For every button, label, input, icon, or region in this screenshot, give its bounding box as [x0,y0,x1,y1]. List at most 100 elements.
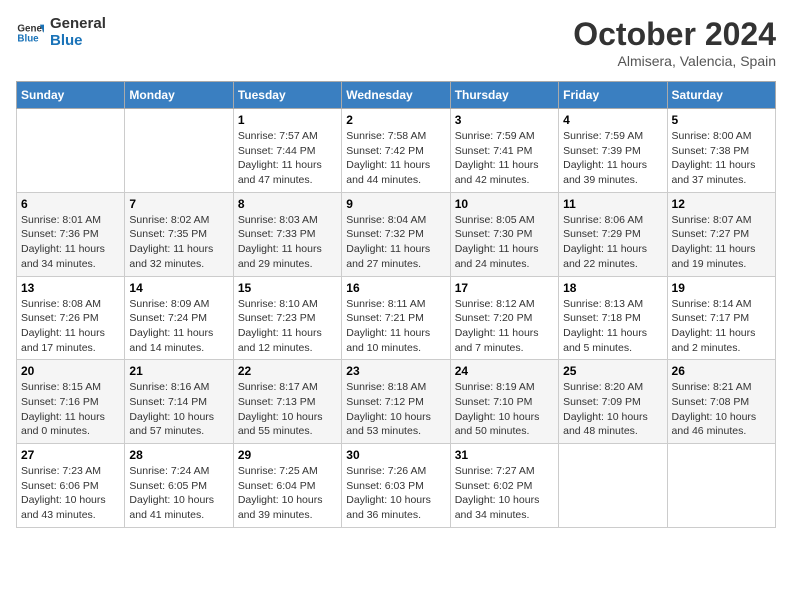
day-info: Sunrise: 8:03 AM Sunset: 7:33 PM Dayligh… [238,213,337,272]
day-info: Sunrise: 8:01 AM Sunset: 7:36 PM Dayligh… [21,213,120,272]
day-number: 7 [129,197,228,211]
day-info: Sunrise: 7:59 AM Sunset: 7:39 PM Dayligh… [563,129,662,188]
calendar-cell [667,444,775,528]
calendar-week-row: 1 Sunrise: 7:57 AM Sunset: 7:44 PM Daylig… [17,109,776,193]
day-number: 23 [346,364,445,378]
calendar-cell: 18Sunrise: 8:13 AM Sunset: 7:18 PM Dayli… [559,276,667,360]
calendar-week-row: 13Sunrise: 8:08 AM Sunset: 7:26 PM Dayli… [17,276,776,360]
calendar-week-row: 27 Sunrise: 7:23 AM Sunset: 6:06 PM Dayli… [17,444,776,528]
day-number: 12 [672,197,771,211]
day-number: 2 [346,113,445,127]
day-info: Sunrise: 8:16 AM Sunset: 7:14 PM Dayligh… [129,380,228,439]
day-info: Sunrise: 7:23 AM Sunset: 6:06 PM Dayligh… [21,464,120,523]
calendar-cell: 13Sunrise: 8:08 AM Sunset: 7:26 PM Dayli… [17,276,125,360]
day-number: 10 [455,197,554,211]
calendar-cell: 25Sunrise: 8:20 AM Sunset: 7:09 PM Dayli… [559,360,667,444]
day-number: 5 [672,113,771,127]
header-saturday: Saturday [667,82,775,109]
calendar-cell: 2 Sunrise: 7:58 AM Sunset: 7:42 PM Daylig… [342,109,450,193]
day-number: 27 [21,448,120,462]
day-number: 1 [238,113,337,127]
day-number: 15 [238,281,337,295]
calendar-cell: 1 Sunrise: 7:57 AM Sunset: 7:44 PM Daylig… [233,109,341,193]
day-number: 28 [129,448,228,462]
header-tuesday: Tuesday [233,82,341,109]
calendar-week-row: 20Sunrise: 8:15 AM Sunset: 7:16 PM Dayli… [17,360,776,444]
day-number: 26 [672,364,771,378]
header-sunday: Sunday [17,82,125,109]
day-info: Sunrise: 8:09 AM Sunset: 7:24 PM Dayligh… [129,297,228,356]
day-number: 31 [455,448,554,462]
day-info: Sunrise: 7:57 AM Sunset: 7:44 PM Dayligh… [238,129,337,188]
calendar-cell: 27 Sunrise: 7:23 AM Sunset: 6:06 PM Dayli… [17,444,125,528]
day-number: 11 [563,197,662,211]
day-number: 29 [238,448,337,462]
calendar-cell: 19Sunrise: 8:14 AM Sunset: 7:17 PM Dayli… [667,276,775,360]
header-wednesday: Wednesday [342,82,450,109]
day-info: Sunrise: 8:18 AM Sunset: 7:12 PM Dayligh… [346,380,445,439]
calendar-cell: 28 Sunrise: 7:24 AM Sunset: 6:05 PM Dayli… [125,444,233,528]
svg-text:Blue: Blue [17,33,39,44]
day-info: Sunrise: 8:17 AM Sunset: 7:13 PM Dayligh… [238,380,337,439]
calendar-cell: 14 Sunrise: 8:09 AM Sunset: 7:24 PM Dayli… [125,276,233,360]
calendar-cell: 16 Sunrise: 8:11 AM Sunset: 7:21 PM Dayli… [342,276,450,360]
calendar-cell [125,109,233,193]
calendar-cell: 22Sunrise: 8:17 AM Sunset: 7:13 PM Dayli… [233,360,341,444]
day-info: Sunrise: 8:19 AM Sunset: 7:10 PM Dayligh… [455,380,554,439]
day-info: Sunrise: 7:59 AM Sunset: 7:41 PM Dayligh… [455,129,554,188]
day-info: Sunrise: 8:08 AM Sunset: 7:26 PM Dayligh… [21,297,120,356]
day-number: 3 [455,113,554,127]
calendar-cell [17,109,125,193]
calendar-cell: 23 Sunrise: 8:18 AM Sunset: 7:12 PM Dayli… [342,360,450,444]
day-number: 17 [455,281,554,295]
day-number: 30 [346,448,445,462]
day-info: Sunrise: 8:06 AM Sunset: 7:29 PM Dayligh… [563,213,662,272]
header-monday: Monday [125,82,233,109]
calendar-cell: 30Sunrise: 7:26 AM Sunset: 6:03 PM Dayli… [342,444,450,528]
calendar-cell: 26 Sunrise: 8:21 AM Sunset: 7:08 PM Dayli… [667,360,775,444]
calendar-week-row: 6Sunrise: 8:01 AM Sunset: 7:36 PM Daylig… [17,192,776,276]
day-info: Sunrise: 8:21 AM Sunset: 7:08 PM Dayligh… [672,380,771,439]
day-info: Sunrise: 8:15 AM Sunset: 7:16 PM Dayligh… [21,380,120,439]
calendar-cell [559,444,667,528]
calendar-cell: 29 Sunrise: 7:25 AM Sunset: 6:04 PM Dayli… [233,444,341,528]
day-info: Sunrise: 8:20 AM Sunset: 7:09 PM Dayligh… [563,380,662,439]
logo: General Blue General Blue [16,16,106,49]
day-info: Sunrise: 8:13 AM Sunset: 7:18 PM Dayligh… [563,297,662,356]
calendar-cell: 11 Sunrise: 8:06 AM Sunset: 7:29 PM Dayli… [559,192,667,276]
calendar-cell: 24Sunrise: 8:19 AM Sunset: 7:10 PM Dayli… [450,360,558,444]
calendar-cell: 20Sunrise: 8:15 AM Sunset: 7:16 PM Dayli… [17,360,125,444]
day-info: Sunrise: 7:58 AM Sunset: 7:42 PM Dayligh… [346,129,445,188]
title-block: October 2024 Almisera, Valencia, Spain [573,16,776,69]
calendar-cell: 17 Sunrise: 8:12 AM Sunset: 7:20 PM Dayli… [450,276,558,360]
day-number: 21 [129,364,228,378]
calendar-cell: 15Sunrise: 8:10 AM Sunset: 7:23 PM Dayli… [233,276,341,360]
logo-line1: General [50,16,106,33]
logo-icon: General Blue [16,19,44,47]
day-info: Sunrise: 8:00 AM Sunset: 7:38 PM Dayligh… [672,129,771,188]
calendar-cell: 8 Sunrise: 8:03 AM Sunset: 7:33 PM Daylig… [233,192,341,276]
day-info: Sunrise: 7:24 AM Sunset: 6:05 PM Dayligh… [129,464,228,523]
page-header: General Blue General Blue October 2024 A… [16,16,776,69]
calendar-cell: 10Sunrise: 8:05 AM Sunset: 7:30 PM Dayli… [450,192,558,276]
header-thursday: Thursday [450,82,558,109]
calendar-cell: 12Sunrise: 8:07 AM Sunset: 7:27 PM Dayli… [667,192,775,276]
calendar-cell: 5 Sunrise: 8:00 AM Sunset: 7:38 PM Daylig… [667,109,775,193]
header-friday: Friday [559,82,667,109]
calendar-table: SundayMondayTuesdayWednesdayThursdayFrid… [16,81,776,528]
day-number: 4 [563,113,662,127]
calendar-cell: 31 Sunrise: 7:27 AM Sunset: 6:02 PM Dayli… [450,444,558,528]
day-number: 16 [346,281,445,295]
day-number: 14 [129,281,228,295]
day-info: Sunrise: 8:11 AM Sunset: 7:21 PM Dayligh… [346,297,445,356]
calendar-cell: 7 Sunrise: 8:02 AM Sunset: 7:35 PM Daylig… [125,192,233,276]
day-number: 19 [672,281,771,295]
location: Almisera, Valencia, Spain [573,53,776,69]
day-info: Sunrise: 7:25 AM Sunset: 6:04 PM Dayligh… [238,464,337,523]
day-number: 8 [238,197,337,211]
calendar-cell: 6Sunrise: 8:01 AM Sunset: 7:36 PM Daylig… [17,192,125,276]
calendar-header-row: SundayMondayTuesdayWednesdayThursdayFrid… [17,82,776,109]
day-info: Sunrise: 8:02 AM Sunset: 7:35 PM Dayligh… [129,213,228,272]
day-info: Sunrise: 7:27 AM Sunset: 6:02 PM Dayligh… [455,464,554,523]
day-info: Sunrise: 8:12 AM Sunset: 7:20 PM Dayligh… [455,297,554,356]
